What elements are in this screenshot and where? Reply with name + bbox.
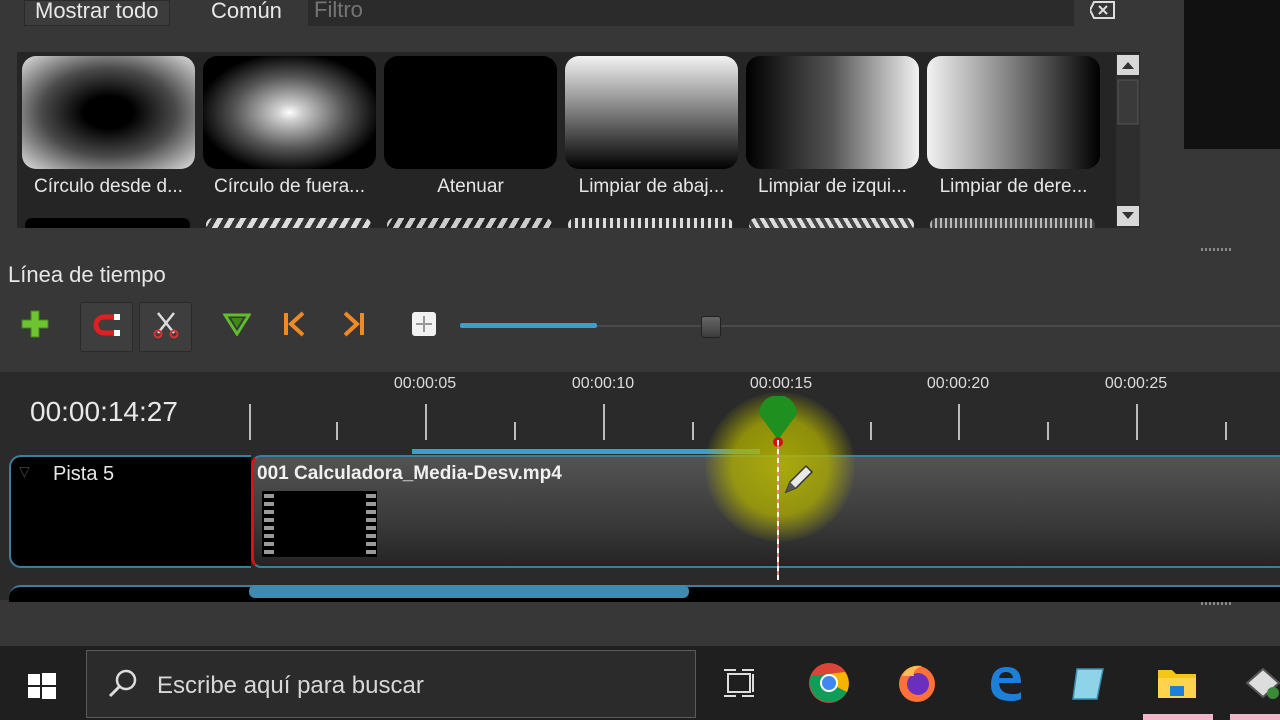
zoom-slider-fill [460, 323, 597, 328]
file-explorer-icon[interactable] [1154, 660, 1200, 706]
transition-label: Limpiar de dere... [939, 176, 1088, 197]
add-track-button[interactable] [10, 302, 60, 350]
filter-input[interactable] [308, 0, 1074, 26]
ruler-tick [603, 404, 605, 440]
transition-thumb-partial[interactable] [568, 218, 733, 228]
transition-label: Círculo de fuera... [213, 176, 366, 197]
transition-thumb-partial[interactable] [749, 218, 914, 228]
razor-button[interactable] [139, 302, 192, 352]
transition-thumb-wipe-left[interactable] [746, 56, 919, 169]
active-app-indicator [1143, 714, 1213, 720]
current-time-display: 00:00:14:27 [30, 396, 178, 427]
ruler-tick [1047, 422, 1049, 440]
task-view-icon[interactable] [716, 660, 762, 706]
app-icon[interactable] [1240, 660, 1280, 706]
transition-thumb-partial[interactable] [930, 218, 1095, 228]
jump-start-icon [281, 311, 307, 342]
transitions-grid: Círculo desde d... Círculo de fuera... A… [17, 52, 1140, 228]
timeline-scrollbar[interactable] [249, 585, 689, 598]
pencil-cursor-icon [782, 462, 816, 501]
transition-thumb-partial[interactable] [387, 218, 552, 228]
ruler-tick [1136, 404, 1138, 440]
snap-button[interactable] [80, 302, 133, 352]
razor-icon [153, 311, 179, 344]
ruler-tick [958, 404, 960, 440]
chrome-icon[interactable] [806, 660, 852, 706]
transitions-scrollbar[interactable] [1116, 54, 1140, 228]
transition-thumb-circle-out[interactable] [203, 56, 376, 169]
clip-title: 001 Calculadora_Media-Desv.mp4 [257, 463, 562, 484]
transition-thumb-partial[interactable] [206, 218, 371, 228]
jump-end-button[interactable] [329, 302, 379, 350]
snap-magnet-icon [92, 313, 122, 341]
ruler-tick [514, 422, 516, 440]
ruler-tick [870, 422, 872, 440]
active-app-indicator [1230, 714, 1280, 720]
film-strip-icon [262, 491, 377, 557]
search-placeholder: Escribe aquí para buscar [157, 672, 424, 699]
timeline-title: Línea de tiempo [8, 262, 166, 287]
splitter-handle[interactable] [1201, 248, 1233, 251]
add-marker-button[interactable] [212, 302, 262, 350]
notes-icon[interactable] [1066, 660, 1112, 706]
ruler-tick [425, 404, 427, 440]
ruler-label: 00:00:20 [926, 375, 990, 392]
center-timeline-button[interactable] [399, 302, 449, 350]
track-header[interactable]: ▽ Pista 5 [9, 455, 251, 568]
add-marker-icon [222, 312, 252, 341]
ruler-tick [336, 422, 338, 440]
transition-label: Limpiar de abaj... [578, 176, 725, 197]
splitter-handle[interactable] [1201, 602, 1233, 605]
ruler-label: 00:00:10 [571, 375, 635, 392]
transition-thumb-wipe-bottom[interactable] [565, 56, 738, 169]
show-all-button[interactable]: Mostrar todo [24, 0, 170, 26]
playhead-line [777, 440, 779, 580]
center-timeline-icon [411, 311, 437, 342]
zoom-slider-handle[interactable] [701, 316, 721, 338]
windows-start-icon[interactable] [26, 670, 58, 707]
collapse-arrow-icon[interactable]: ▽ [19, 463, 30, 480]
clear-filter-icon[interactable] [1088, 0, 1120, 20]
ruler-label: 00:00:15 [749, 375, 813, 392]
track-name: Pista 5 [53, 463, 115, 485]
ruler-label: 00:00:25 [1104, 375, 1168, 392]
transition-thumb-partial[interactable] [25, 218, 190, 228]
preview-area [1184, 0, 1280, 149]
firefox-icon[interactable] [894, 660, 940, 706]
search-icon [107, 668, 139, 705]
ruler-tick [692, 422, 694, 440]
transition-label: Limpiar de izqui... [758, 176, 907, 197]
transition-thumb-fade[interactable] [384, 56, 557, 169]
common-filter-button[interactable]: Común [211, 0, 282, 24]
ruler-tick [1225, 422, 1227, 440]
ruler-label: 00:00:05 [393, 375, 457, 392]
transition-label: Círculo desde d... [34, 176, 183, 197]
add-track-icon [20, 309, 50, 344]
ruler-tick [249, 404, 251, 440]
transition-thumb-circle-in[interactable] [22, 56, 195, 169]
transition-thumb-wipe-right[interactable] [927, 56, 1100, 169]
jump-start-button[interactable] [269, 302, 319, 350]
edge-icon[interactable] [982, 660, 1028, 706]
jump-end-icon [341, 311, 367, 342]
transition-label: Atenuar [437, 176, 504, 197]
